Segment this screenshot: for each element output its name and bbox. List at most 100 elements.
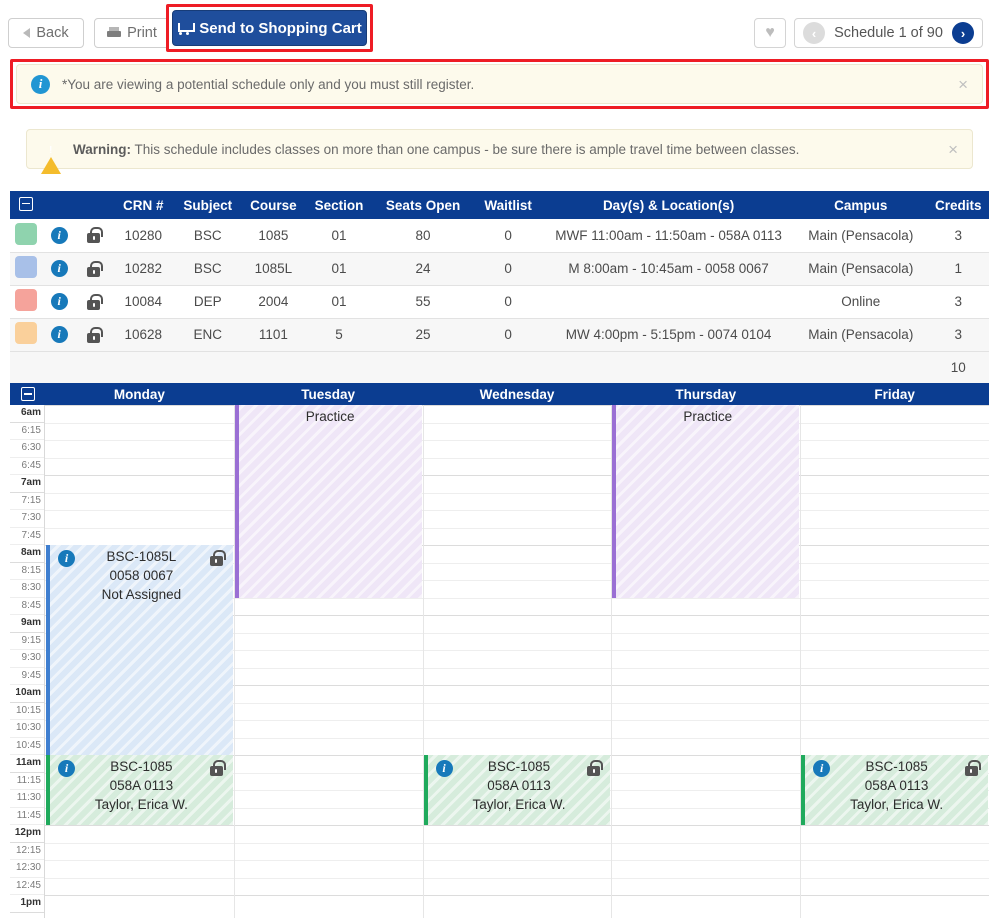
info-icon[interactable]: i [50, 326, 68, 343]
event-detail-line: 0058 0067 [109, 568, 174, 583]
course-table: CRN # Subject Course Section Seats Open … [10, 191, 989, 385]
warning-alert-label: Warning: [73, 141, 131, 157]
cell-crn: 10084 [112, 285, 174, 319]
favorite-button[interactable]: ♥ [754, 18, 786, 48]
th-credits: Credits [927, 191, 989, 219]
info-icon[interactable]: i [50, 293, 68, 310]
event-title: Practice [683, 409, 733, 424]
grid-line [45, 860, 989, 861]
info-icon[interactable]: i [50, 260, 68, 277]
time-label: 7:45 [10, 528, 44, 545]
cell-campus: Main (Pensacola) [794, 318, 928, 352]
cell-credits: 1 [927, 252, 989, 286]
event-content: Practice [616, 408, 799, 426]
send-to-shopping-cart-label: Send to Shopping Cart [199, 19, 362, 37]
unlock-icon[interactable] [87, 260, 104, 277]
total-blank-cell [75, 351, 113, 385]
time-label: 8:30 [10, 580, 44, 598]
calendar-body: 6am 6:15 6:30 6:45 7am 7:15 7:30 7:45 8am 8:15 8:3… [10, 405, 989, 918]
time-label: 7:30 [10, 510, 44, 528]
course-color-cell [10, 318, 43, 352]
grid-line [45, 510, 989, 511]
warning-alert-close-icon[interactable]: × [948, 141, 958, 158]
calendar-event-bsc-1085-wednesday[interactable]: i BSC-1085 058A 0113 Taylor, Erica W. [423, 755, 611, 825]
th-campus: Campus [794, 191, 928, 219]
print-button[interactable]: Print [94, 18, 170, 48]
event-detail-line: Taylor, Erica W. [850, 797, 944, 812]
cell-campus: Online [794, 285, 928, 319]
time-label: 6:15 [10, 423, 44, 440]
calendar-collapse-toggle[interactable] [10, 383, 45, 405]
time-gutter: 6am 6:15 6:30 6:45 7am 7:15 7:30 7:45 8am 8:15 8:3… [10, 405, 45, 918]
th-section: Section [305, 191, 373, 219]
cell-section: 01 [305, 219, 373, 253]
event-content: BSC-1085 058A 0113 Taylor, Erica W. [428, 758, 611, 814]
event-detail-line: 058A 0113 [864, 778, 929, 793]
time-label: 9:15 [10, 633, 44, 650]
day-header-friday: Friday [874, 386, 915, 402]
info-alert: i *You are viewing a potential schedule … [16, 64, 983, 104]
day-header-tuesday: Tuesday [301, 386, 356, 402]
event-content: BSC-1085 058A 0113 Taylor, Erica W. [805, 758, 988, 814]
th-days-locations: Day(s) & Location(s) [543, 191, 795, 219]
cell-subject: BSC [173, 219, 242, 253]
time-label: 7:15 [10, 493, 44, 510]
total-blank-cell [173, 351, 242, 385]
schedule-planner-page: Back Print Send to Shopping Cart ♥ ‹ Sch… [0, 0, 999, 918]
grid-line [45, 475, 989, 476]
cell-campus: Main (Pensacola) [794, 252, 928, 286]
unlock-icon[interactable] [87, 227, 104, 244]
calendar-event-bsc-1085l-monday[interactable]: i BSC-1085L 0058 0067 Not Assigned [46, 545, 233, 755]
calendar-header: Monday Tuesday Wednesday Thursday Friday [10, 383, 989, 405]
th-blank-2 [75, 191, 113, 219]
grid-line [45, 422, 989, 424]
calendar-event-practice-tuesday[interactable]: Practice [234, 405, 422, 598]
unlock-icon[interactable] [87, 326, 104, 343]
time-label: 12pm [10, 825, 44, 843]
course-color-swatch [15, 256, 38, 278]
cell-crn: 10282 [112, 252, 174, 286]
print-button-label: Print [127, 25, 157, 41]
send-to-shopping-cart-button[interactable]: Send to Shopping Cart [172, 10, 367, 46]
event-title: BSC-1085 [487, 759, 551, 774]
heart-icon: ♥ [765, 24, 775, 41]
th-seats-open: Seats Open [372, 191, 474, 219]
th-crn: CRN # [112, 191, 174, 219]
total-blank-cell [305, 351, 373, 385]
next-schedule-button[interactable]: › [952, 22, 974, 44]
back-button[interactable]: Back [8, 18, 84, 48]
course-info-cell: i [42, 219, 76, 253]
cell-section: 01 [305, 252, 373, 286]
collapse-toggle-header[interactable] [10, 191, 43, 219]
previous-schedule-button[interactable]: ‹ [803, 22, 825, 44]
cell-days-locations: M 8:00am - 10:45am - 0058 0067 [543, 252, 795, 286]
cell-waitlist: 0 [473, 318, 543, 352]
calendar-event-bsc-1085-monday[interactable]: i BSC-1085 058A 0113 Taylor, Erica W. [46, 755, 233, 825]
total-blank-cell [473, 351, 543, 385]
warning-triangle-icon: ! [41, 141, 61, 174]
cell-crn: 10280 [112, 219, 174, 253]
info-alert-close-icon[interactable]: × [958, 76, 968, 93]
cell-crn: 10628 [112, 318, 174, 352]
day-header-wednesday: Wednesday [479, 386, 555, 402]
shopping-cart-icon [177, 22, 196, 35]
cell-campus: Main (Pensacola) [794, 219, 928, 253]
event-content: BSC-1085L 0058 0067 Not Assigned [50, 548, 233, 604]
cell-course: 1085 [241, 219, 306, 253]
time-label: 11:15 [10, 773, 44, 790]
time-label: 6:45 [10, 458, 44, 475]
schedule-navigation: ‹ Schedule 1 of 90 › [794, 18, 983, 48]
unlock-icon[interactable] [87, 293, 104, 310]
event-title: BSC-1085L [106, 549, 177, 564]
event-stripes [616, 405, 800, 598]
info-icon[interactable]: i [50, 226, 68, 244]
time-label: 12:15 [10, 843, 44, 860]
cell-section: 01 [305, 285, 373, 319]
chevron-left-icon [23, 28, 31, 38]
grid-line [45, 405, 989, 406]
cell-course: 2004 [241, 285, 306, 319]
calendar-event-bsc-1085-friday[interactable]: i BSC-1085 058A 0113 Taylor, Erica W. [801, 755, 988, 825]
event-detail-line: 058A 0113 [487, 778, 551, 793]
calendar-event-practice-thursday[interactable]: Practice [612, 405, 800, 598]
top-toolbar: Back Print Send to Shopping Cart ♥ ‹ Sch… [0, 0, 999, 52]
